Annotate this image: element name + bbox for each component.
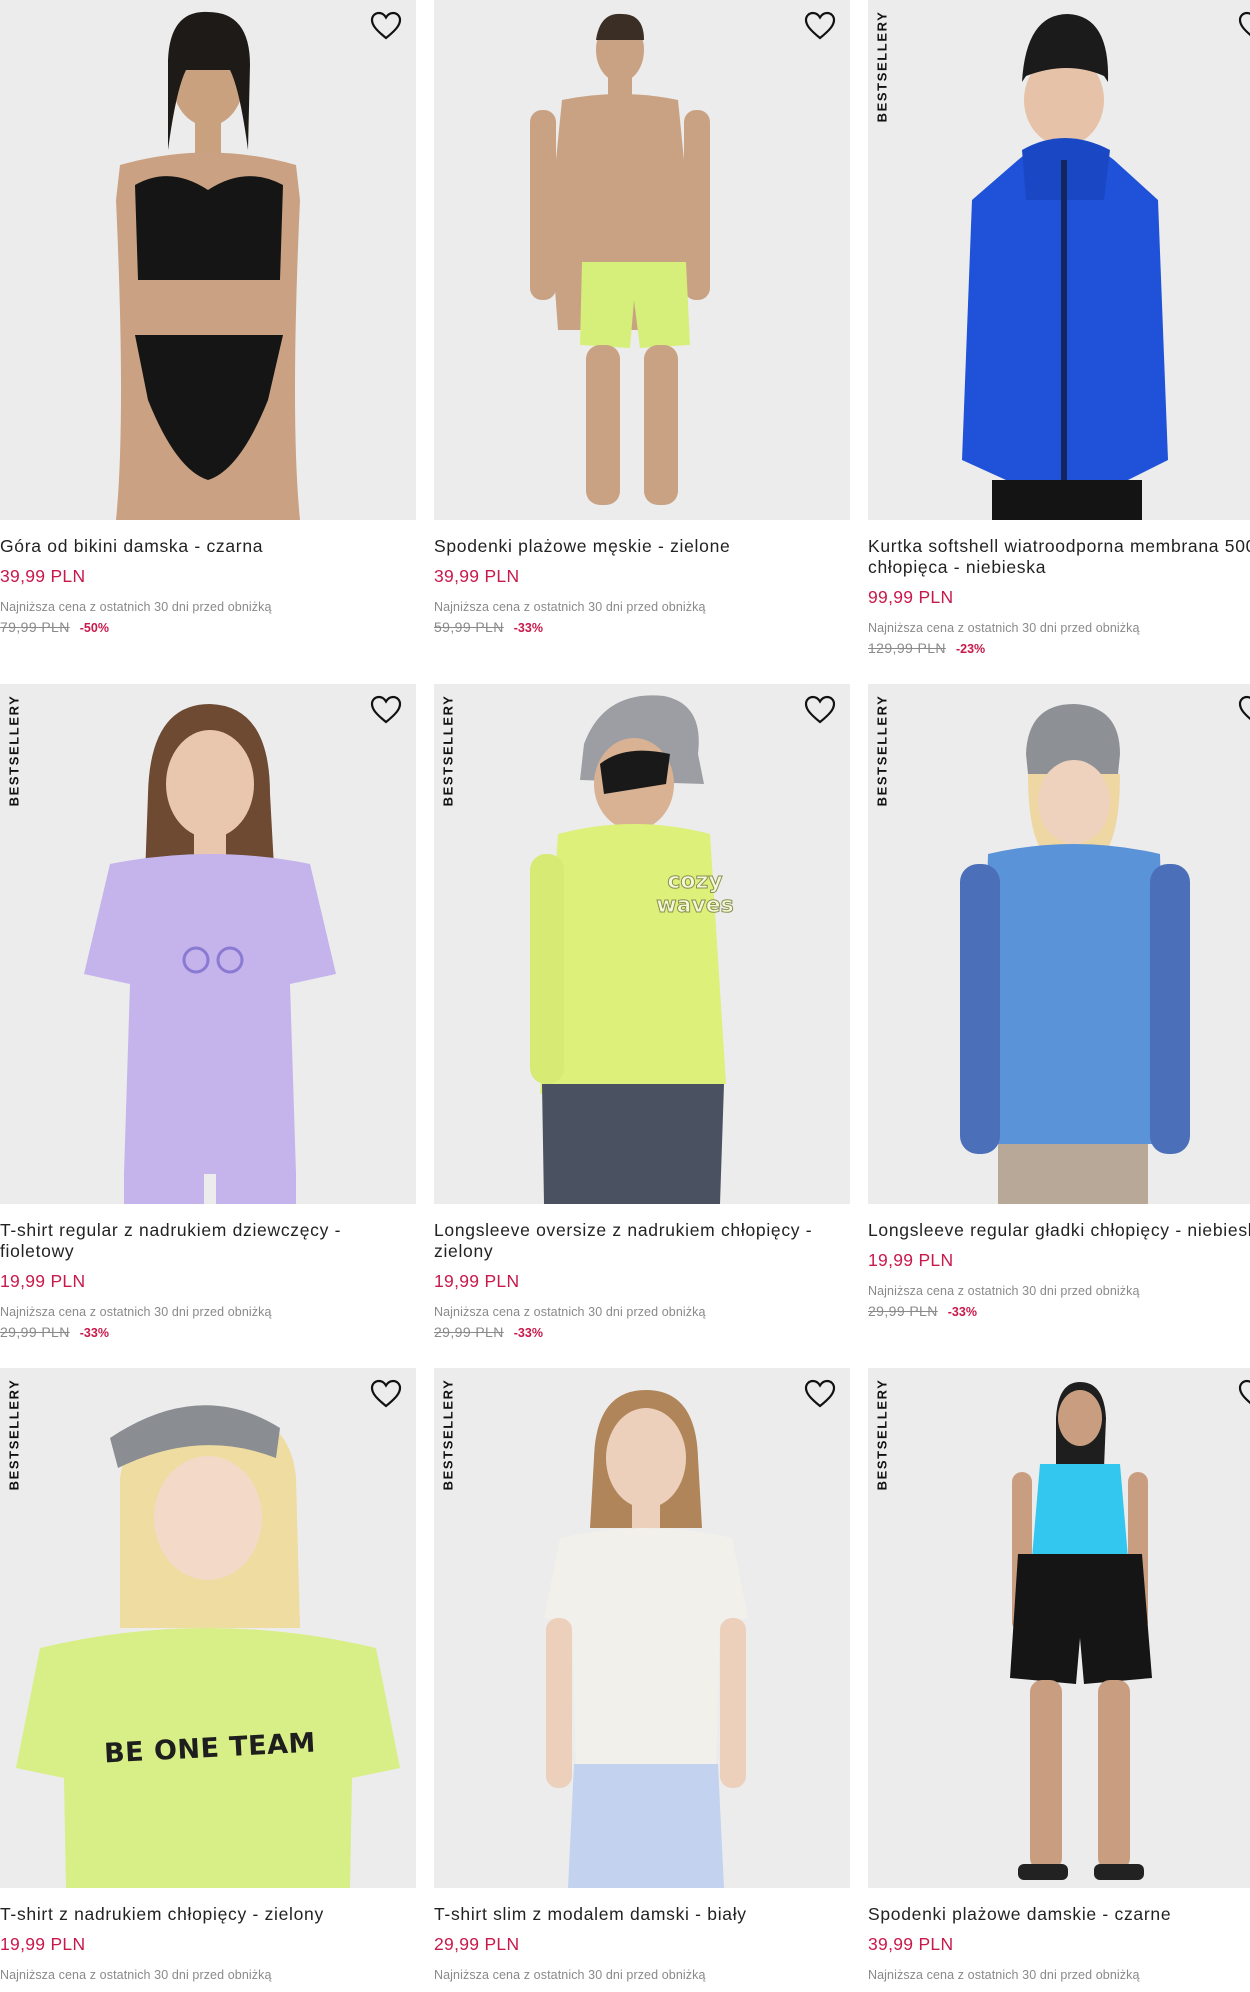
old-price: 29,99 PLN	[868, 1303, 938, 1319]
product-image[interactable]: BESTSELLERY	[0, 684, 416, 1204]
product-card[interactable]: BESTSELLERY Longsleeve regular gładki ch…	[868, 684, 1250, 1319]
old-price-row: 29,99 PLN -33%	[434, 1324, 850, 1340]
wishlist-heart-icon[interactable]	[368, 692, 404, 728]
discount-badge: -33%	[513, 1326, 543, 1340]
product-image[interactable]: BESTSELLERY	[868, 0, 1250, 520]
product-image[interactable]: BESTSELLERY	[868, 684, 1250, 1204]
product-image[interactable]: BESTSELLERY	[868, 1368, 1250, 1888]
wishlist-heart-icon[interactable]	[1236, 1376, 1250, 1412]
wishlist-heart-icon[interactable]	[802, 692, 838, 728]
old-price: 129,99 PLN	[868, 640, 946, 656]
discount-badge: -23%	[955, 642, 986, 656]
lowest-price-note: Najniższa cena z ostatnich 30 dni przed …	[868, 1968, 1140, 1982]
wishlist-heart-icon[interactable]	[1236, 692, 1250, 728]
woman-beach-shorts-model-image	[1010, 1382, 1152, 1880]
old-price-row: 79,99 PLN -50%	[0, 619, 416, 635]
product-title[interactable]: T-shirt regular z nadrukiem dziewczęcy -…	[0, 1220, 416, 1262]
discount-badge: -33%	[79, 1326, 109, 1340]
product-title[interactable]: Spodenki plażowe męskie - zielone	[434, 536, 850, 557]
boy-longsleeve-model-image	[530, 695, 726, 1204]
bikini-model-image	[116, 11, 300, 520]
product-title[interactable]: T-shirt z nadrukiem chłopięcy - zielony	[0, 1904, 416, 1925]
product-price: 39,99 PLN	[868, 1934, 954, 1954]
print-text: cozy waves	[656, 869, 735, 918]
product-price: 19,99 PLN	[0, 1934, 86, 1954]
wishlist-heart-icon[interactable]	[368, 8, 404, 44]
old-price: 79,99 PLN	[0, 619, 70, 635]
product-title[interactable]: Góra od bikini damska - czarna	[0, 536, 416, 557]
wishlist-heart-icon[interactable]	[802, 8, 838, 44]
boy-blue-longsleeve-model-image	[960, 704, 1190, 1204]
product-image[interactable]	[0, 0, 416, 520]
lowest-price-note: Najniższa cena z ostatnich 30 dni przed …	[0, 1305, 272, 1319]
old-price-row: 129,99 PLN -23%	[868, 640, 1250, 656]
woman-white-tshirt-model-image	[544, 1390, 748, 1888]
old-price-row: 29,99 PLN -33%	[0, 1324, 416, 1340]
product-card[interactable]: BESTSELLERY Spodenki plażowe damskie - c…	[868, 1368, 1250, 1982]
softshell-jacket-model-image	[962, 14, 1168, 520]
swim-shorts-model-image	[530, 13, 710, 505]
old-price-row: 29,99 PLN -33%	[868, 1303, 1250, 1319]
lowest-price-note: Najniższa cena z ostatnich 30 dni przed …	[0, 600, 272, 614]
product-title[interactable]: T-shirt slim z modalem damski - biały	[434, 1904, 850, 1925]
lowest-price-note: Najniższa cena z ostatnich 30 dni przed …	[0, 1968, 272, 1982]
discount-badge: -33%	[947, 1305, 977, 1319]
wishlist-heart-icon[interactable]	[1236, 8, 1250, 44]
product-title[interactable]: Longsleeve regular gładki chłopięcy - ni…	[868, 1220, 1250, 1241]
product-title[interactable]: Spodenki plażowe damskie - czarne	[868, 1904, 1250, 1925]
product-card[interactable]: BESTSELLERY Longsleeve oversize z nadruk…	[434, 684, 850, 1340]
product-card[interactable]: BESTSELLERY BE ONE TEAM T-shirt z nadruk…	[0, 1368, 416, 1982]
wishlist-heart-icon[interactable]	[802, 1376, 838, 1412]
product-card[interactable]: Spodenki plażowe męskie - zielone 39,99 …	[434, 0, 850, 635]
product-price: 19,99 PLN	[434, 1271, 520, 1291]
old-price: 59,99 PLN	[434, 619, 504, 635]
lowest-price-note: Najniższa cena z ostatnich 30 dni przed …	[434, 600, 706, 614]
product-title[interactable]: Longsleeve oversize z nadrukiem chłopięc…	[434, 1220, 850, 1262]
lowest-price-note: Najniższa cena z ostatnich 30 dni przed …	[868, 1284, 1140, 1298]
product-price: 29,99 PLN	[434, 1934, 520, 1954]
product-card[interactable]: BESTSELLERY T-shirt slim z modalem damsk…	[434, 1368, 850, 1982]
discount-badge: -33%	[513, 621, 543, 635]
girl-tshirt-model-image	[84, 704, 336, 1204]
boy-green-tshirt-model-image	[16, 1405, 400, 1888]
lowest-price-note: Najniższa cena z ostatnich 30 dni przed …	[434, 1305, 706, 1319]
old-price: 29,99 PLN	[0, 1324, 70, 1340]
product-grid: Góra od bikini damska - czarna 39,99 PLN…	[0, 0, 1250, 1992]
product-image[interactable]: BESTSELLERY	[434, 684, 850, 1204]
product-price: 19,99 PLN	[0, 1271, 86, 1291]
product-price: 99,99 PLN	[868, 587, 954, 607]
product-price: 39,99 PLN	[0, 566, 86, 586]
lowest-price-note: Najniższa cena z ostatnich 30 dni przed …	[434, 1968, 706, 1982]
product-price: 19,99 PLN	[868, 1250, 954, 1270]
product-card[interactable]: BESTSELLERY Kurtka softshell wiatroodpor…	[868, 0, 1250, 656]
product-title[interactable]: Kurtka softshell wiatroodporna membrana …	[868, 536, 1250, 578]
product-card[interactable]: BESTSELLERY T-shirt regular z nadrukiem …	[0, 684, 416, 1340]
product-card[interactable]: Góra od bikini damska - czarna 39,99 PLN…	[0, 0, 416, 635]
wishlist-heart-icon[interactable]	[368, 1376, 404, 1412]
old-price-row: 59,99 PLN -33%	[434, 619, 850, 635]
product-image[interactable]: BESTSELLERY BE ONE TEAM	[0, 1368, 416, 1888]
lowest-price-note: Najniższa cena z ostatnich 30 dni przed …	[868, 621, 1140, 635]
product-price: 39,99 PLN	[434, 566, 520, 586]
discount-badge: -50%	[79, 621, 109, 635]
old-price: 29,99 PLN	[434, 1324, 504, 1340]
product-image[interactable]: BESTSELLERY	[434, 1368, 850, 1888]
product-image[interactable]	[434, 0, 850, 520]
